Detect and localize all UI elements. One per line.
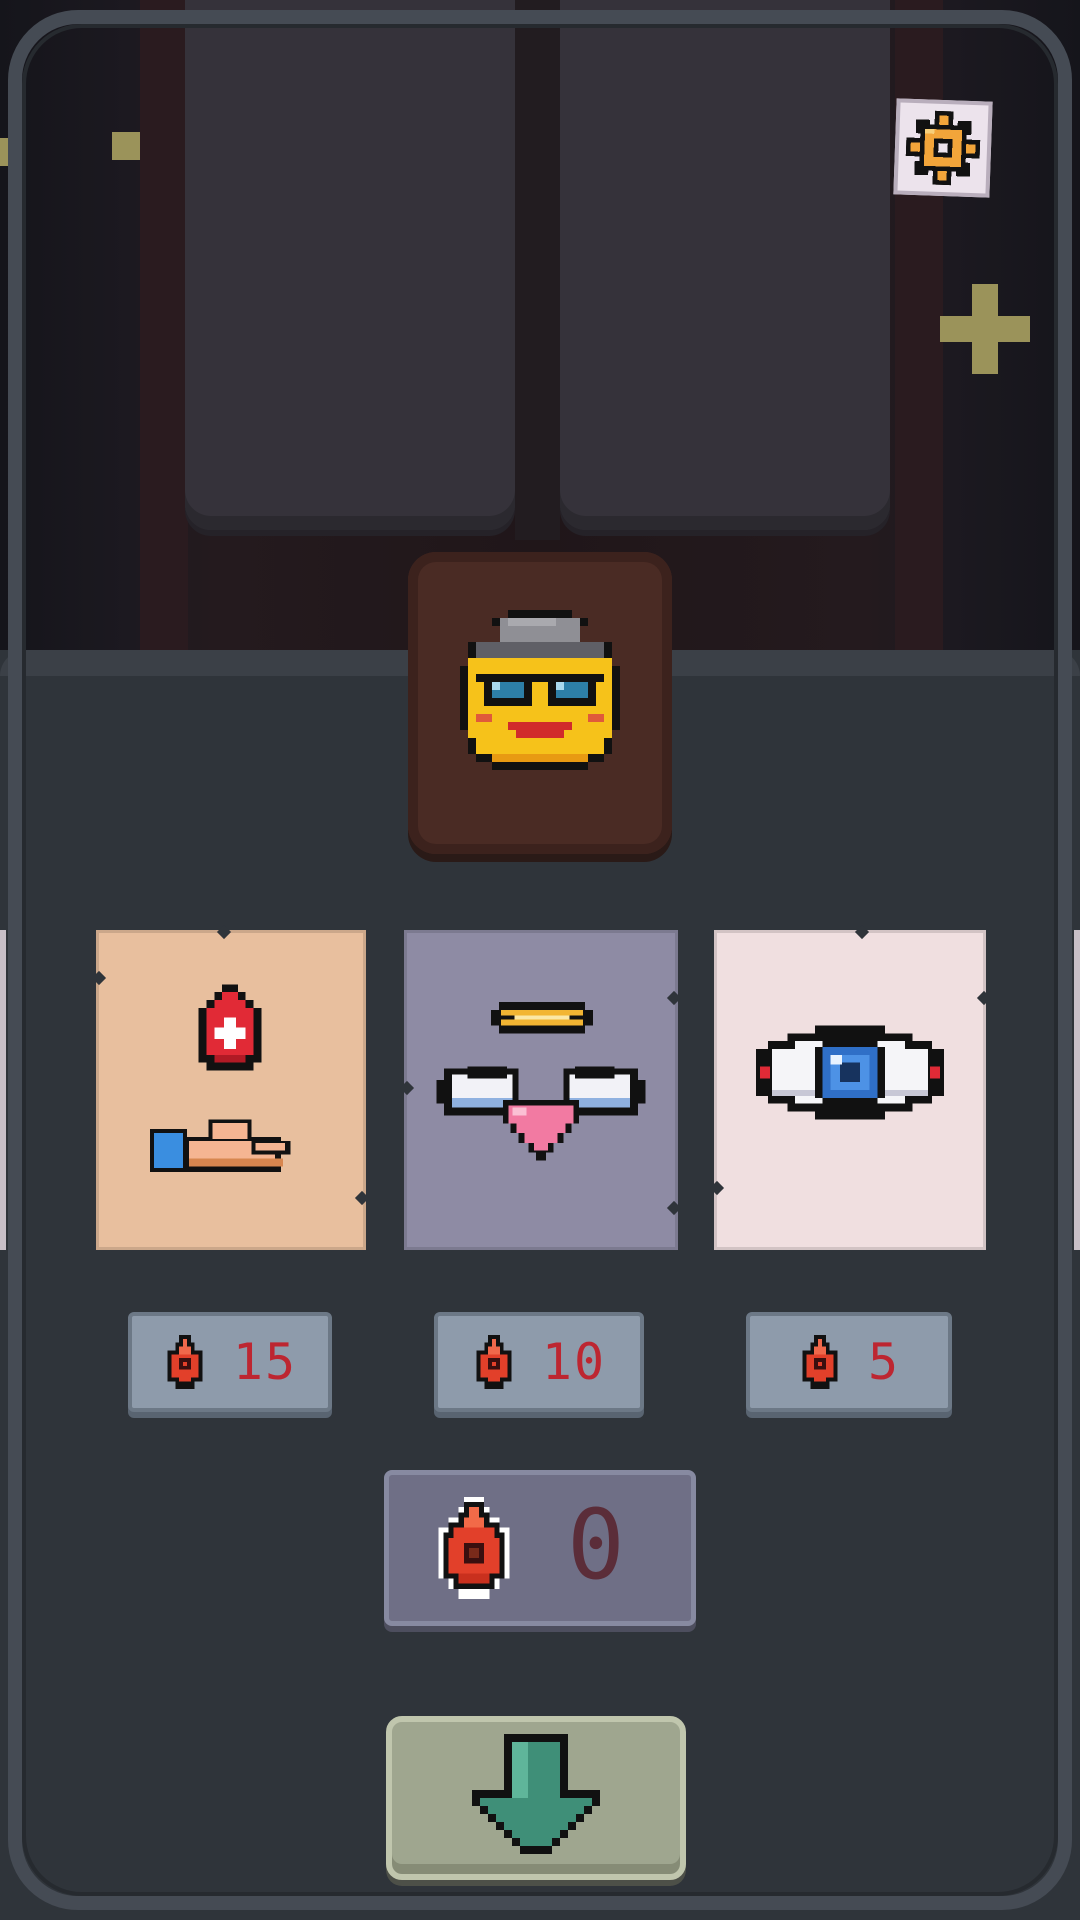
- star-decoration: [940, 284, 1030, 374]
- price-tag-3: 5: [746, 1312, 952, 1412]
- currency-amount: 0: [567, 1489, 625, 1601]
- door-gap: [515, 0, 560, 540]
- gear-icon: [905, 110, 981, 186]
- star-decoration: [0, 138, 12, 166]
- winged-heart-halo-icon: [436, 1001, 646, 1161]
- smiley-with-hat-and-sunglasses-icon: [460, 610, 620, 770]
- blood-drop-icon: [802, 1335, 838, 1389]
- left-door: [185, 0, 515, 530]
- blood-drop-hand-icon: [149, 984, 291, 1173]
- game-screen: 15 10 5 0: [0, 0, 1080, 1920]
- shop-item-card-2[interactable]: [399, 930, 682, 1250]
- price-value: 5: [867, 1333, 901, 1391]
- blood-drop-icon: [476, 1335, 512, 1389]
- shop-item-card-1[interactable]: [91, 924, 370, 1250]
- left-curtain: [140, 0, 188, 680]
- price-tag-2: 10: [434, 1312, 644, 1412]
- shop-item-card-3[interactable]: [709, 924, 992, 1250]
- price-value: 10: [541, 1333, 607, 1391]
- star-decoration: [112, 132, 140, 160]
- offscreen-card-left: [0, 930, 6, 1250]
- proceed-down-button[interactable]: [386, 1716, 686, 1880]
- blood-drop-icon: [167, 1335, 203, 1389]
- character-portrait: [408, 552, 672, 854]
- down-arrow-icon: [472, 1734, 600, 1854]
- blood-drop-icon: [438, 1497, 510, 1599]
- offscreen-card-right: [1074, 930, 1080, 1250]
- right-door: [560, 0, 890, 530]
- currency-display: 0: [384, 1470, 696, 1626]
- eye-icon: [756, 1025, 944, 1120]
- price-tag-1: 15: [128, 1312, 332, 1412]
- settings-button[interactable]: [893, 98, 993, 198]
- price-value: 15: [232, 1333, 298, 1391]
